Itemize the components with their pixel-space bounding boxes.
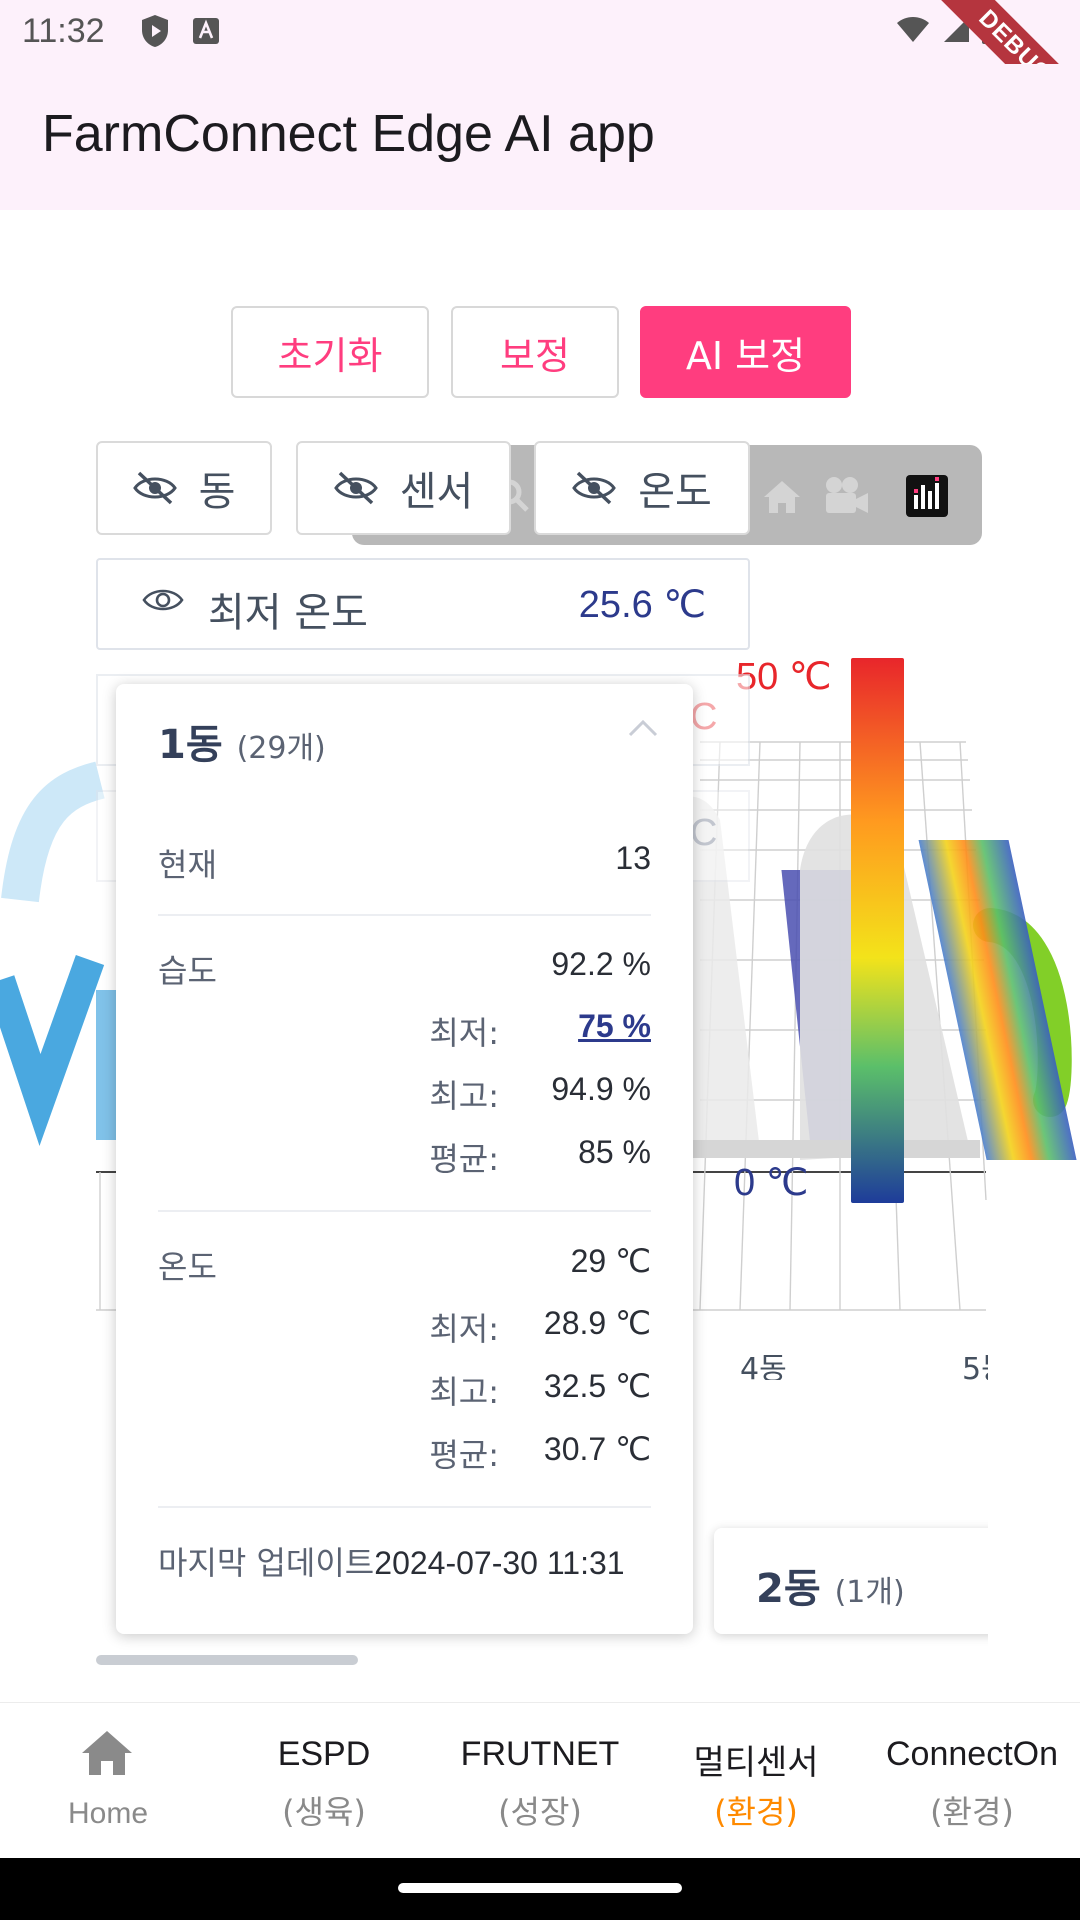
nav-frutnet-label: FRUTNET (460, 1735, 620, 1773)
eye-off-icon (572, 471, 616, 505)
scale-max-label: 50 ℃ (736, 656, 832, 698)
camera-icon[interactable] (822, 475, 870, 517)
toggle-temperature-label: 온도 (638, 469, 712, 515)
heatmap-view-icon[interactable] (906, 475, 948, 517)
dong-card-2-count: (1개) (834, 1575, 905, 1610)
humidity-avg-label: 평균: (429, 1140, 499, 1178)
humidity-min-link[interactable]: 75 % (578, 1008, 651, 1045)
min-temperature-value: 25.6 ℃ (578, 584, 706, 626)
nav-multisensor-label: 멀티센서 (693, 1744, 819, 1782)
nav-frutnet[interactable]: FRUTNET (성장) (432, 1703, 648, 1859)
nav-multisensor[interactable]: 멀티센서 (환경) (648, 1703, 864, 1859)
eye-off-icon (132, 471, 177, 505)
reset-button[interactable]: 초기화 (231, 306, 429, 398)
humidity-min-label: 최저: (429, 1014, 499, 1052)
nav-espd[interactable]: ESPD (생육) (216, 1703, 432, 1859)
eye-off-icon (333, 471, 378, 505)
x-label-5dong: 5동 (962, 1352, 988, 1380)
popup-sensor-count: (29개) (236, 731, 326, 766)
accessibility-a-icon (193, 18, 219, 44)
nav-frutnet-sub: (성장) (498, 1793, 582, 1831)
dong-detail-popup: 1동 (29개) 현재 13 습도 92.2 % 최저: 75 % 최고: 94… (116, 684, 693, 1634)
divider (158, 1506, 651, 1508)
status-bar: 11:32 DEBUG (0, 0, 1080, 142)
app-title: FarmConnect Edge AI app (42, 105, 655, 163)
home-icon[interactable] (762, 479, 802, 515)
temperature-scale-bar (851, 658, 904, 1203)
scale-min-label: 0 ℃ (734, 1162, 809, 1204)
home-gesture-handle[interactable] (398, 1883, 682, 1893)
app-bar: FarmConnect Edge AI app (0, 64, 1080, 210)
nav-home[interactable]: Home (0, 1703, 216, 1859)
humidity-value: 92.2 % (551, 946, 651, 982)
nav-espd-sub: (생육) (282, 1793, 366, 1831)
popup-dong-name: 1동 (158, 722, 223, 768)
nav-home-label: Home (67, 1797, 149, 1830)
divider (158, 914, 651, 916)
calibrate-button[interactable]: 보정 (451, 306, 619, 398)
eye-icon (142, 589, 184, 611)
nav-connecton-label: ConnectOn (886, 1735, 1058, 1773)
logo-arc-blue (1, 761, 105, 903)
min-temperature-label: 최저 온도 (208, 590, 368, 636)
bed-far-left (96, 990, 116, 1140)
dong-card-2-name: 2동 (756, 1566, 821, 1612)
horizontal-scrollbar[interactable] (96, 1655, 358, 1665)
nav-connecton-sub: (환경) (930, 1793, 1014, 1831)
bottom-navigation: Home ESPD (생육) FRUTNET (성장) 멀티센서 (환경) Co… (0, 1702, 1080, 1858)
temperature-value: 29 ℃ (570, 1243, 651, 1279)
current-value: 13 (615, 840, 651, 876)
toggle-sensor[interactable]: 센서 (296, 441, 511, 535)
humidity-max-label: 최고: (429, 1077, 499, 1115)
status-time: 11:32 (22, 12, 105, 50)
dong-card-2-title: 2동 (1개) (756, 1556, 905, 1614)
home-icon (82, 1731, 132, 1775)
toggle-dong-label: 동 (198, 469, 236, 515)
ai-calibrate-button[interactable]: AI 보정 (640, 306, 851, 398)
view-toggle-row: 동 센서 온도 (0, 441, 1080, 545)
chevron-up-icon[interactable] (627, 718, 659, 738)
min-temperature-card[interactable]: 최저 온도 25.6 ℃ (96, 558, 750, 650)
right-clip (988, 1500, 1080, 1650)
humidity-avg-value: 85 % (578, 1134, 651, 1170)
temperature-label: 온도 (158, 1248, 217, 1286)
temperature-avg-label: 평균: (429, 1436, 499, 1474)
nav-multisensor-sub: (환경) (714, 1793, 798, 1831)
last-update-label: 마지막 업데이트 (158, 1544, 375, 1582)
dong-card-2[interactable]: 2동 (1개) (714, 1528, 1014, 1634)
x-label-4dong: 4동 (740, 1352, 787, 1380)
temperature-avg-value: 30.7 ℃ (543, 1431, 651, 1467)
logo-letter-v (0, 954, 105, 1146)
temperature-max-label: 최고: (429, 1373, 499, 1411)
action-button-row: 초기화 보정 AI 보정 (0, 306, 1080, 398)
toggle-sensor-label: 센서 (399, 469, 474, 515)
divider (158, 1210, 651, 1212)
temperature-min-value: 28.9 ℃ (543, 1305, 651, 1341)
humidity-max-value: 94.9 % (551, 1071, 651, 1107)
current-label: 현재 (158, 846, 217, 884)
shield-play-icon (142, 15, 168, 47)
temperature-min-label: 최저: (429, 1310, 499, 1348)
nav-connecton[interactable]: ConnectOn (환경) (864, 1703, 1080, 1859)
toggle-temperature[interactable]: 온도 (534, 441, 750, 535)
nav-espd-label: ESPD (277, 1735, 371, 1773)
last-update-value: 2024-07-30 11:31 (374, 1545, 625, 1581)
popup-title: 1동 (29개) (158, 712, 326, 770)
toggle-dong[interactable]: 동 (96, 441, 272, 535)
system-gesture-bar (0, 1858, 1080, 1920)
wifi-icon (897, 17, 929, 42)
temperature-max-value: 32.5 ℃ (543, 1368, 651, 1404)
last-update-row: 마지막 업데이트2024-07-30 11:31 (158, 1538, 625, 1584)
humidity-label: 습도 (158, 952, 217, 990)
